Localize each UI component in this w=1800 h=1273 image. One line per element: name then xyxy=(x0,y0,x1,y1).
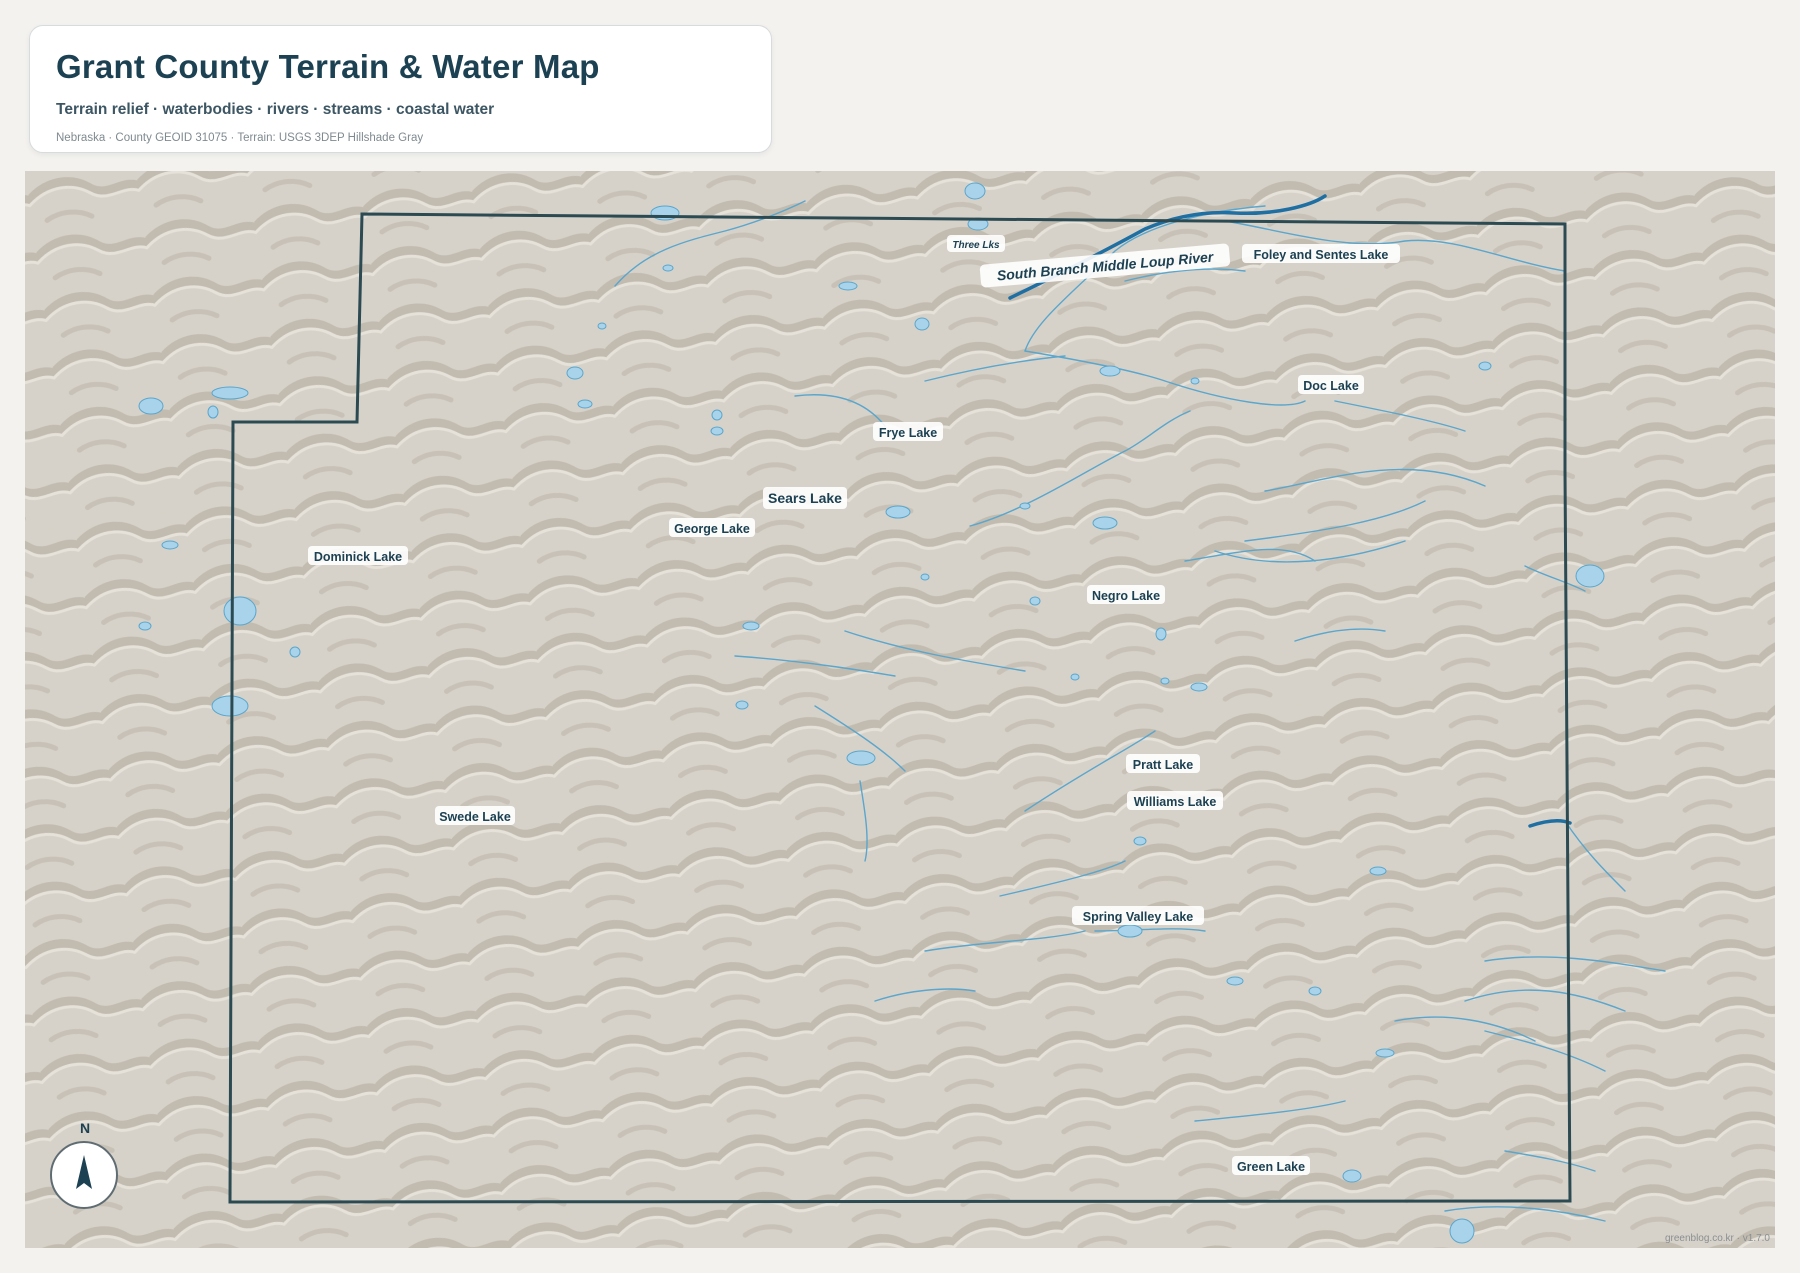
svg-text:Green Lake: Green Lake xyxy=(1237,1160,1305,1174)
label-doc-lake: Doc Lake xyxy=(1298,375,1364,394)
svg-text:Williams Lake: Williams Lake xyxy=(1134,795,1217,809)
map-canvas[interactable]: Three Lks South Branch Middle Loup River… xyxy=(25,171,1775,1248)
map-svg: Three Lks South Branch Middle Loup River… xyxy=(25,171,1775,1248)
label-negro-lake: Negro Lake xyxy=(1087,585,1165,604)
map-subtitle: Terrain relief · waterbodies · rivers · … xyxy=(56,101,495,118)
svg-text:Sears Lake: Sears Lake xyxy=(768,490,842,506)
svg-text:Negro Lake: Negro Lake xyxy=(1092,589,1160,603)
map-source-info: Nebraska · County GEOID 31075 · Terrain:… xyxy=(56,132,424,144)
label-spring-valley-lake: Spring Valley Lake xyxy=(1072,906,1204,925)
label-williams-lake: Williams Lake xyxy=(1127,791,1223,810)
label-sears-lake: Sears Lake xyxy=(763,487,847,509)
svg-text:Doc Lake: Doc Lake xyxy=(1303,379,1359,393)
title-card: Grant County Terrain & Water Map Terrain… xyxy=(29,25,772,153)
svg-text:Spring Valley Lake: Spring Valley Lake xyxy=(1083,910,1194,924)
svg-text:Dominick Lake: Dominick Lake xyxy=(314,550,402,564)
map-title: Grant County Terrain & Water Map xyxy=(56,48,600,85)
svg-text:Pratt Lake: Pratt Lake xyxy=(1133,758,1193,772)
label-foley-and-sentes-lake: Foley and Sentes Lake xyxy=(1242,244,1400,263)
svg-text:Three Lks: Three Lks xyxy=(952,240,1000,251)
svg-text:George Lake: George Lake xyxy=(674,522,750,536)
label-green-lake: Green Lake xyxy=(1232,1156,1310,1175)
label-dominick-lake: Dominick Lake xyxy=(308,546,408,565)
label-george-lake: George Lake xyxy=(669,518,755,537)
label-three-lks: Three Lks xyxy=(947,235,1005,252)
terrain-hillshade xyxy=(25,171,1775,1248)
svg-text:Foley and Sentes Lake: Foley and Sentes Lake xyxy=(1254,248,1389,262)
label-swede-lake: Swede Lake xyxy=(435,806,515,825)
compass-north-label: N xyxy=(79,1120,91,1136)
north-arrow-icon xyxy=(50,1141,118,1209)
label-frye-lake: Frye Lake xyxy=(873,422,943,441)
svg-text:Frye Lake: Frye Lake xyxy=(879,426,937,440)
label-pratt-lake: Pratt Lake xyxy=(1126,754,1200,773)
attribution: greenblog.co.kr · v1.7.0 xyxy=(1664,1233,1770,1244)
svg-text:Swede Lake: Swede Lake xyxy=(439,810,511,824)
